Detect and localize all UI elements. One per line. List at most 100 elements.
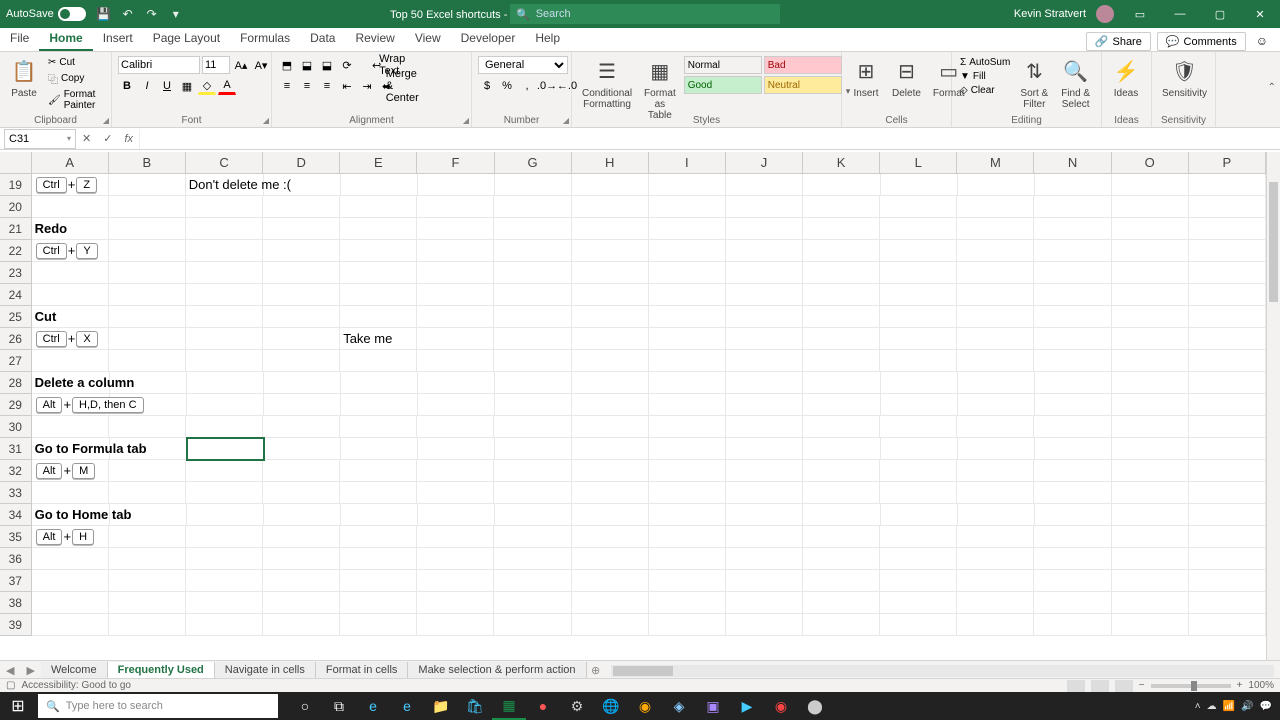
- normal-view-icon[interactable]: [1067, 680, 1085, 692]
- column-header[interactable]: B: [109, 152, 186, 174]
- cell[interactable]: [263, 482, 340, 504]
- cell[interactable]: [263, 614, 340, 636]
- cell[interactable]: [726, 438, 803, 460]
- cell[interactable]: [726, 372, 803, 394]
- tray-network-icon[interactable]: 📶: [1223, 701, 1235, 712]
- row-header[interactable]: 32: [0, 460, 32, 482]
- clipboard-dialog-icon[interactable]: ◢: [103, 116, 109, 125]
- cell[interactable]: [957, 284, 1034, 306]
- cell[interactable]: [880, 350, 957, 372]
- cell[interactable]: [32, 614, 109, 636]
- cell[interactable]: [1034, 416, 1111, 438]
- cell[interactable]: [1034, 328, 1111, 350]
- cell[interactable]: [494, 218, 571, 240]
- number-dialog-icon[interactable]: ◢: [563, 116, 569, 125]
- percent-icon[interactable]: %: [498, 77, 516, 95]
- cell[interactable]: [186, 592, 263, 614]
- cell[interactable]: [1112, 394, 1189, 416]
- format-as-table-button[interactable]: ▦Format as Table: [640, 56, 680, 123]
- cell[interactable]: [340, 548, 417, 570]
- row-header[interactable]: 23: [0, 262, 32, 284]
- cell[interactable]: [263, 284, 340, 306]
- cell[interactable]: [726, 416, 803, 438]
- cell[interactable]: [1034, 526, 1111, 548]
- cell[interactable]: [1112, 482, 1189, 504]
- select-all-corner[interactable]: [0, 152, 32, 174]
- cell[interactable]: [649, 350, 726, 372]
- cell[interactable]: [880, 306, 957, 328]
- cell[interactable]: [957, 482, 1034, 504]
- cell[interactable]: [726, 328, 803, 350]
- row-header[interactable]: 28: [0, 372, 32, 394]
- cell[interactable]: [340, 570, 417, 592]
- sort-filter-button[interactable]: ⇅Sort & Filter: [1016, 56, 1052, 112]
- cell[interactable]: [32, 350, 109, 372]
- save-icon[interactable]: 💾: [92, 2, 116, 26]
- cell[interactable]: [880, 284, 957, 306]
- increase-indent-icon[interactable]: ⇥: [358, 77, 376, 95]
- cell[interactable]: [957, 592, 1034, 614]
- cell[interactable]: [495, 174, 572, 196]
- cell[interactable]: [32, 196, 109, 218]
- cell[interactable]: [417, 240, 494, 262]
- cell[interactable]: [1112, 614, 1189, 636]
- tab-formulas[interactable]: Formulas: [230, 27, 300, 51]
- cell[interactable]: [187, 438, 264, 460]
- cell[interactable]: [417, 548, 494, 570]
- qat-more-icon[interactable]: ▾: [164, 2, 188, 26]
- cell[interactable]: [186, 328, 263, 350]
- cell[interactable]: [649, 262, 726, 284]
- cell[interactable]: [186, 526, 263, 548]
- row-header[interactable]: 33: [0, 482, 32, 504]
- search-box[interactable]: 🔍 Search: [510, 4, 780, 24]
- cell[interactable]: [340, 306, 417, 328]
- cell[interactable]: [572, 306, 649, 328]
- store-icon[interactable]: 🛍: [458, 692, 492, 720]
- cell[interactable]: [649, 482, 726, 504]
- cell[interactable]: [649, 284, 726, 306]
- excel-icon[interactable]: ▦: [492, 692, 526, 720]
- cell[interactable]: [1112, 438, 1189, 460]
- cell[interactable]: Alt + M: [32, 460, 109, 482]
- column-header[interactable]: N: [1034, 152, 1111, 174]
- cell[interactable]: [880, 570, 957, 592]
- share-button[interactable]: 🔗 Share: [1086, 32, 1151, 51]
- cell[interactable]: [803, 416, 880, 438]
- cell[interactable]: [1112, 416, 1189, 438]
- cell[interactable]: [1189, 504, 1266, 526]
- cell[interactable]: [341, 504, 418, 526]
- cell[interactable]: [572, 592, 649, 614]
- row-header[interactable]: 38: [0, 592, 32, 614]
- cell[interactable]: Alt + H: [32, 526, 109, 548]
- cell[interactable]: [880, 482, 957, 504]
- cell[interactable]: [417, 328, 494, 350]
- cell[interactable]: [340, 350, 417, 372]
- close-icon[interactable]: ✕: [1240, 0, 1280, 28]
- cell[interactable]: [340, 240, 417, 262]
- cell[interactable]: [649, 614, 726, 636]
- cell[interactable]: [109, 328, 186, 350]
- cell[interactable]: [1034, 548, 1111, 570]
- row-header[interactable]: 30: [0, 416, 32, 438]
- sheet-tab[interactable]: Make selection & perform action: [408, 662, 586, 680]
- cell[interactable]: [1034, 570, 1111, 592]
- cell[interactable]: [341, 372, 418, 394]
- cell[interactable]: [109, 460, 186, 482]
- cell[interactable]: [572, 284, 649, 306]
- border-button[interactable]: ▦: [178, 77, 196, 95]
- cell[interactable]: [110, 438, 187, 460]
- cell[interactable]: [572, 438, 649, 460]
- merge-center-button[interactable]: ⬌ Merge & Center: [378, 77, 415, 95]
- cell[interactable]: [109, 262, 186, 284]
- cell[interactable]: [726, 482, 803, 504]
- conditional-formatting-button[interactable]: ☰Conditional Formatting: [578, 56, 636, 112]
- fill-button[interactable]: ▼Fill: [958, 70, 1012, 83]
- tab-help[interactable]: Help: [525, 27, 570, 51]
- sensitivity-button[interactable]: 🛡Sensitivity: [1158, 56, 1211, 101]
- cell[interactable]: [340, 218, 417, 240]
- cell[interactable]: [495, 372, 572, 394]
- cell[interactable]: [881, 372, 958, 394]
- cell[interactable]: [187, 394, 264, 416]
- edge-icon[interactable]: e: [356, 692, 390, 720]
- app-icon-6[interactable]: ◉: [764, 692, 798, 720]
